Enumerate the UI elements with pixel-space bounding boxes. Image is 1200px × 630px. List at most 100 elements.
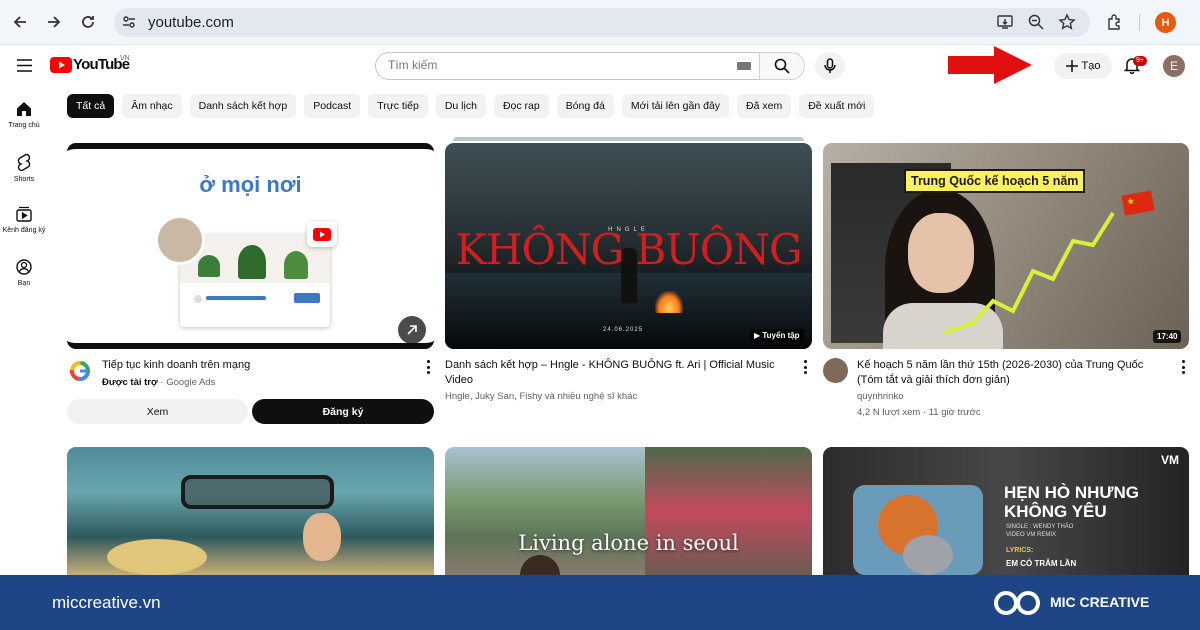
playlist-stack-edge xyxy=(453,137,804,141)
more-options-icon[interactable] xyxy=(1180,360,1186,374)
chip-rap[interactable]: Đọc rap xyxy=(493,94,549,118)
keyboard-icon[interactable] xyxy=(737,62,751,70)
video-title-line2: (Tóm tắt và giải thích đơn giản) xyxy=(857,374,1010,386)
sidebar-item-home[interactable]: Trang chủ xyxy=(0,101,48,129)
video-stats: 4,2 N lượt xem · 11 giờ trước xyxy=(857,407,981,418)
address-bar[interactable] xyxy=(114,8,1090,37)
red-arrow-annotation xyxy=(946,44,1034,91)
fire-glow xyxy=(655,291,683,313)
chip-watched[interactable]: Đã xem xyxy=(737,94,792,118)
thumb-banner-text: Trung Quốc kế hoạch 5 năm xyxy=(904,169,1086,193)
thumb-title-line2: KHÔNG YÊU xyxy=(1004,502,1107,521)
user-avatar[interactable]: E xyxy=(1163,55,1185,77)
filter-chips: Tất cả Âm nhạc Danh sách kết hợp Podcast… xyxy=(67,94,875,118)
video-thumbnail[interactable] xyxy=(67,447,434,575)
person-photo xyxy=(155,215,205,265)
thumb-lyrics-line: EM CÓ TRĂM LẦN xyxy=(1006,559,1077,568)
video-title[interactable]: Danh sách kết hợp – Hngle - KHÔNG BUÔNG … xyxy=(445,358,775,388)
video-thumbnail[interactable]: Trung Quốc kế hoạch 5 năm ★ 17:40 xyxy=(823,143,1189,349)
browser-profile-avatar[interactable]: H xyxy=(1155,12,1176,33)
video-title-line1: Kế hoạch 5 năm lần thứ 15th (2026-2030) … xyxy=(857,359,1144,371)
playlist-badge-label: Tuyển tập xyxy=(762,331,800,340)
plus-icon xyxy=(1065,60,1078,72)
thumb-title-line1: HẸN HÒ NHƯNG xyxy=(1004,483,1139,502)
mix-thumbnail[interactable]: KHÔNG BUÔNG HNGLE 24.06.2025 ▶ Tuyển tập xyxy=(445,143,812,349)
voice-search-button[interactable] xyxy=(815,52,845,80)
zoom-icon[interactable] xyxy=(1027,13,1045,31)
channel-watermark-logo: VM xyxy=(1161,453,1179,467)
site-settings-icon[interactable] xyxy=(121,14,137,35)
video-title-line1: Danh sách kết hợp – Hngle - KHÔNG BUÔNG … xyxy=(445,359,775,371)
video-thumbnail[interactable]: Living alone in seoul xyxy=(445,447,812,575)
thumb-remix-text: VIDEO VM REMIX xyxy=(1006,532,1057,538)
thumb-lyrics-label: LYRICS: xyxy=(1006,547,1034,554)
extensions-icon[interactable] xyxy=(1106,13,1124,31)
chip-music[interactable]: Âm nhạc xyxy=(122,94,182,118)
ad-thumbnail[interactable]: ở mọi nơi xyxy=(67,143,434,349)
ad-meta: Được tài trợ · Google Ads xyxy=(102,376,215,390)
shorts-icon xyxy=(17,153,31,171)
chip-travel[interactable]: Du lịch xyxy=(435,94,486,118)
youtube-play-icon xyxy=(307,221,337,247)
rearview-mirror xyxy=(181,475,334,509)
bookmark-star-icon[interactable] xyxy=(1058,13,1076,31)
microphone-icon xyxy=(824,58,836,73)
notification-badge: 9+ xyxy=(1133,56,1147,66)
google-logo-icon xyxy=(69,360,91,387)
more-options-icon[interactable] xyxy=(425,360,431,374)
video-title[interactable]: Tiếp tục kinh doanh trên mạng xyxy=(102,358,250,373)
video-title[interactable]: Kế hoạch 5 năm lần thứ 15th (2026-2030) … xyxy=(857,358,1143,388)
chip-live[interactable]: Trực tiếp xyxy=(368,94,428,118)
ad-subscribe-button[interactable]: Đăng ký xyxy=(252,399,434,424)
create-label: Tạo xyxy=(1081,60,1101,72)
chip-podcast[interactable]: Podcast xyxy=(304,94,361,118)
growth-line-graphic xyxy=(943,211,1115,333)
chip-mixes[interactable]: Danh sách kết hợp xyxy=(189,94,297,118)
sidebar-item-label: Bạn xyxy=(17,280,31,287)
search-button[interactable] xyxy=(759,52,805,80)
china-flag-icon: ★ xyxy=(1121,190,1155,216)
url-text[interactable]: youtube.com xyxy=(148,14,234,31)
channel-name[interactable]: Google Ads xyxy=(166,377,215,388)
menu-icon[interactable] xyxy=(17,59,32,77)
rabbit-character xyxy=(903,535,953,575)
person-hair xyxy=(520,555,560,575)
sidebar-item-you[interactable]: Bạn xyxy=(0,259,48,287)
sidebar-item-shorts[interactable]: Shorts xyxy=(0,153,48,183)
subscriptions-icon xyxy=(16,206,32,222)
search-input[interactable]: Tìm kiếm xyxy=(388,58,437,72)
sidebar-item-subscriptions[interactable]: Kênh đăng ký xyxy=(0,206,48,234)
create-button[interactable]: Tạo xyxy=(1054,53,1112,79)
chip-recently-uploaded[interactable]: Mới tải lên gần đây xyxy=(621,94,730,118)
footer-site-url: miccreative.vn xyxy=(52,593,161,612)
thumb-artist-text: HNGLE xyxy=(608,227,649,233)
forward-icon[interactable] xyxy=(44,12,64,32)
channel-avatar[interactable] xyxy=(823,358,848,383)
install-app-icon[interactable] xyxy=(996,13,1014,31)
thumb-date: 24.06.2025 xyxy=(603,327,644,333)
footer-brand-name: MIC CREATIVE xyxy=(1050,594,1150,610)
sidebar-item-label: Shorts xyxy=(13,176,35,183)
video-meta: Hngle, Juky San, Fishy và nhiều nghệ sĩ … xyxy=(445,391,638,402)
search-icon xyxy=(774,58,790,74)
sidebar-item-label: Trang chủ xyxy=(8,122,40,129)
more-options-icon[interactable] xyxy=(802,360,808,374)
video-title-line2: Video xyxy=(445,374,473,386)
banana-shape xyxy=(107,539,207,575)
reload-icon[interactable] xyxy=(78,12,98,32)
back-icon[interactable] xyxy=(10,12,30,32)
thumb-title-text: Living alone in seoul xyxy=(518,531,739,555)
video-thumbnail[interactable]: VM HẸN HÒ NHƯNG KHÔNG YÊU SINGLE : WENDY… xyxy=(823,447,1189,575)
sponsored-label: Được tài trợ xyxy=(102,377,158,388)
chip-all[interactable]: Tất cả xyxy=(67,94,115,118)
chip-new-to-you[interactable]: Đề xuất mới xyxy=(799,94,875,118)
chip-football[interactable]: Bóng đá xyxy=(556,94,614,118)
youtube-logo[interactable] xyxy=(50,57,72,78)
playlist-badge: ▶ Tuyển tập xyxy=(750,329,804,342)
external-link-icon[interactable] xyxy=(398,316,426,343)
channel-name[interactable]: quynhrinko xyxy=(857,390,903,404)
toolbar-divider xyxy=(1139,14,1140,31)
ad-watch-button[interactable]: Xem xyxy=(67,399,248,424)
home-icon xyxy=(17,102,31,116)
video-duration: 17:40 xyxy=(1153,330,1182,343)
